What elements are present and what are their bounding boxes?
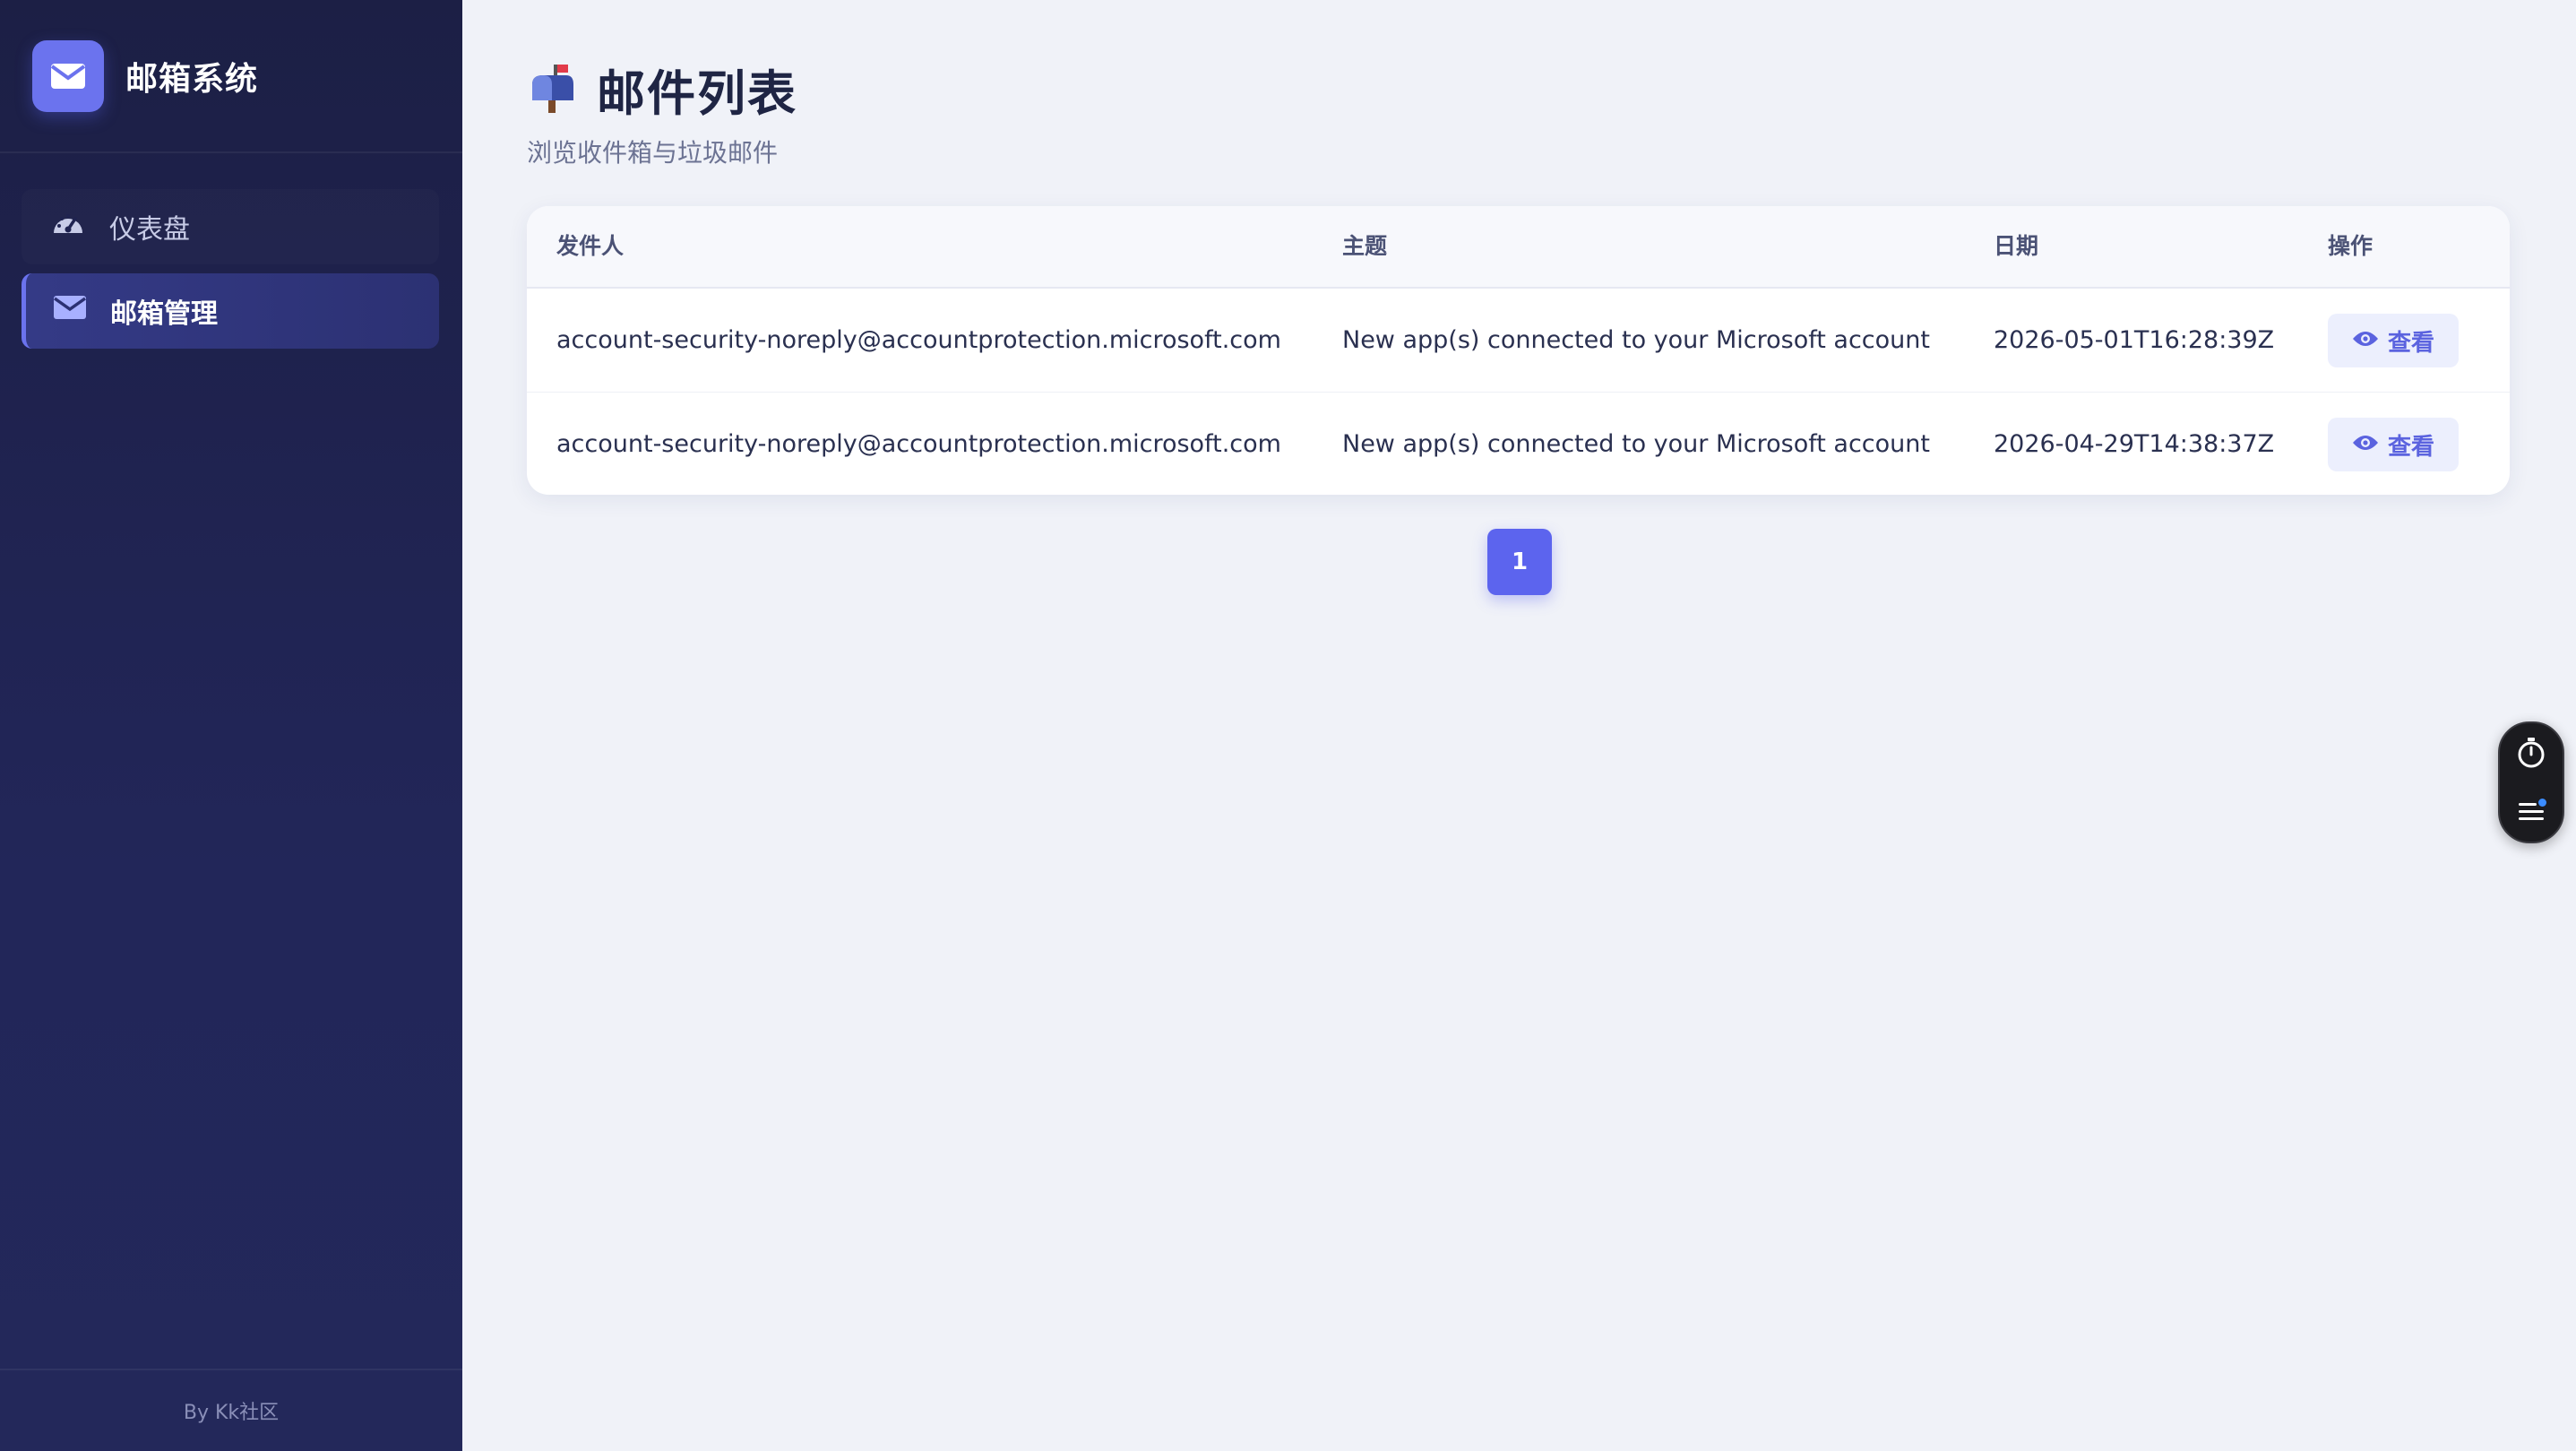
menu-list-icon[interactable]	[2511, 791, 2552, 833]
sidebar-item-label: 邮箱管理	[110, 298, 218, 330]
stopwatch-icon[interactable]	[2511, 732, 2552, 773]
envelope-icon	[32, 39, 104, 112]
page-header: 邮件列表 浏览收件箱与垃圾邮件	[527, 54, 797, 169]
column-header-actions: 操作	[2328, 233, 2374, 259]
eye-icon	[2352, 327, 2379, 354]
sender-cell: account-security-noreply@accountprotecti…	[556, 430, 1281, 458]
page-title: 邮件列表	[597, 65, 797, 122]
brand: 邮箱系统	[0, 0, 462, 153]
floating-toolbar	[2498, 721, 2564, 843]
subject-cell: New app(s) connected to your Microsoft a…	[1342, 326, 1930, 354]
sidebar-item-label: 仪表盘	[109, 214, 190, 246]
sidebar-item-mailbox-management[interactable]: 邮箱管理	[22, 273, 439, 349]
view-button-label: 查看	[2387, 329, 2434, 357]
eye-icon	[2352, 431, 2379, 458]
sender-cell: account-security-noreply@accountprotecti…	[556, 326, 1281, 354]
main-content: 邮件列表 浏览收件箱与垃圾邮件 发件人 主题 日期 操作 account-sec…	[462, 0, 2576, 1451]
sidebar: 邮箱系统 仪表盘 邮箱管理 By Kk社区	[0, 0, 462, 1451]
view-button[interactable]: 查看	[2328, 418, 2459, 471]
mailbox-icon	[527, 61, 577, 118]
mail-table: 发件人 主题 日期 操作 account-security-noreply@ac…	[527, 206, 2510, 495]
date-cell: 2026-05-01T16:28:39Z	[1994, 326, 2275, 354]
column-header-subject[interactable]: 主题	[1342, 206, 1387, 287]
sidebar-nav: 仪表盘 邮箱管理	[0, 153, 462, 349]
view-button-label: 查看	[2387, 433, 2434, 461]
table-row[interactable]: account-security-noreply@accountprotecti…	[527, 289, 2510, 393]
envelope-icon	[53, 295, 87, 327]
pagination-page-button[interactable]: 1	[1487, 529, 1552, 595]
subject-cell: New app(s) connected to your Microsoft a…	[1342, 430, 1930, 458]
sidebar-footer: By Kk社区	[0, 1369, 462, 1451]
brand-title: 邮箱系统	[125, 60, 259, 98]
gauge-icon	[50, 208, 86, 246]
notification-dot	[2538, 799, 2546, 807]
column-header-date[interactable]: 日期	[1994, 206, 2038, 287]
sidebar-item-dashboard[interactable]: 仪表盘	[22, 189, 439, 264]
column-header-sender[interactable]: 发件人	[556, 206, 624, 287]
page-subtitle: 浏览收件箱与垃圾邮件	[527, 138, 779, 168]
view-button[interactable]: 查看	[2328, 314, 2459, 367]
date-cell: 2026-04-29T14:38:37Z	[1994, 430, 2275, 458]
table-header: 发件人 主题 日期 操作	[527, 206, 2510, 289]
table-row[interactable]: account-security-noreply@accountprotecti…	[527, 393, 2510, 495]
